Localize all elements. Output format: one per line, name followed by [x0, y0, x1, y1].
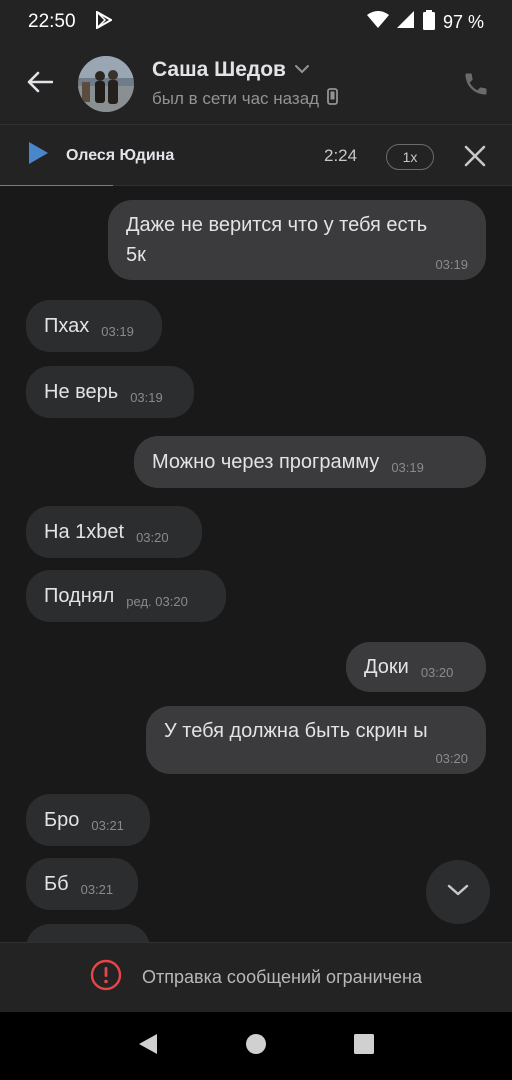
incoming-message[interactable]: Не верь 03:19 [26, 366, 194, 418]
mobile-icon [327, 88, 339, 110]
status-bar: 22:50 97 % [0, 0, 512, 44]
message-list[interactable]: Даже не верится что у тебя есть 5к 03:19 П… [0, 186, 512, 942]
incoming-message[interactable]: На 1xbet 03:20 [26, 506, 202, 558]
close-icon [462, 145, 488, 173]
message-time: 03:20 [420, 664, 454, 680]
incoming-message[interactable]: Бро 03:21 [26, 794, 150, 846]
incoming-message[interactable]: Бб 03:21 [26, 858, 138, 910]
message-time: 03:20 [136, 529, 169, 545]
battery-icon [422, 9, 435, 35]
message-text: Можно через программу [152, 451, 380, 473]
message-text: У тебя должна быть скрин ы [164, 720, 428, 742]
alert-icon [90, 959, 122, 996]
outgoing-message[interactable]: Доки 03:20 [346, 642, 486, 692]
scroll-down-button[interactable] [426, 860, 490, 924]
message-time: 03:19 [435, 257, 468, 272]
message-text: Доки [364, 656, 409, 678]
outgoing-message[interactable]: Можно через программу 03:19 [134, 436, 486, 488]
peer-status: был в сети час назад [152, 89, 320, 108]
playback-speed-button[interactable]: 1x [386, 144, 434, 170]
message-text: На 1xbet [44, 521, 125, 543]
outgoing-message[interactable]: Даже не верится что у тебя есть 5к 03:19 [108, 200, 486, 280]
play-store-icon [95, 9, 113, 34]
chevron-down-icon [446, 883, 470, 902]
restriction-text: Отправка сообщений ограничена [142, 967, 422, 987]
message-text: Пхах [44, 315, 90, 337]
avatar[interactable] [78, 56, 134, 112]
track-time: 2:24 [324, 145, 358, 165]
back-arrow-icon [27, 71, 54, 98]
close-player-button[interactable] [462, 143, 488, 169]
incoming-message[interactable]: Поднял ред. 03:20 [26, 570, 226, 622]
message-text: Поднял [44, 585, 115, 607]
play-button[interactable] [8, 126, 68, 186]
incoming-message[interactable]: Пхах 03:19 [26, 300, 162, 352]
system-nav-bar [0, 1012, 512, 1080]
message-text: Не верь [44, 381, 119, 403]
message-text: Бро [44, 809, 80, 831]
battery-percent: 97 % [442, 11, 484, 32]
message-time: 03:19 [130, 389, 163, 405]
chat-header: Саша Шедов был в сети час назад [0, 44, 512, 124]
peer-name[interactable]: Саша Шедов [152, 58, 286, 82]
message-time: 03:21 [80, 881, 114, 897]
nav-back-button[interactable] [137, 1032, 159, 1061]
message-time: 03:19 [391, 459, 424, 475]
message-time: 03:20 [435, 751, 468, 766]
back-button[interactable] [0, 44, 80, 124]
message-time: 03:19 [101, 323, 134, 339]
message-time: 03:21 [91, 817, 124, 833]
message-text: Бб [44, 873, 69, 895]
wifi-icon [366, 10, 389, 34]
incoming-message-partial[interactable] [26, 924, 150, 942]
track-title[interactable]: Олеся Юдина [66, 147, 174, 165]
outgoing-message[interactable]: У тебя должна быть скрин ы 03:20 [146, 706, 486, 774]
message-text: Даже не верится что у тебя есть 5к [126, 214, 428, 266]
chevron-down-icon[interactable] [294, 61, 310, 79]
nav-home-button[interactable] [245, 1033, 267, 1060]
phone-icon [462, 73, 490, 102]
status-time: 22:50 [28, 11, 76, 32]
call-button[interactable] [462, 70, 492, 100]
signal-icon [396, 10, 415, 34]
audio-player: Олеся Юдина 2:24 1x [0, 124, 512, 188]
message-time: ред. 03:20 [126, 593, 188, 609]
play-icon [27, 141, 49, 170]
composer-restriction: Отправка сообщений ограничена [0, 942, 512, 1012]
nav-recents-button[interactable] [353, 1033, 375, 1060]
